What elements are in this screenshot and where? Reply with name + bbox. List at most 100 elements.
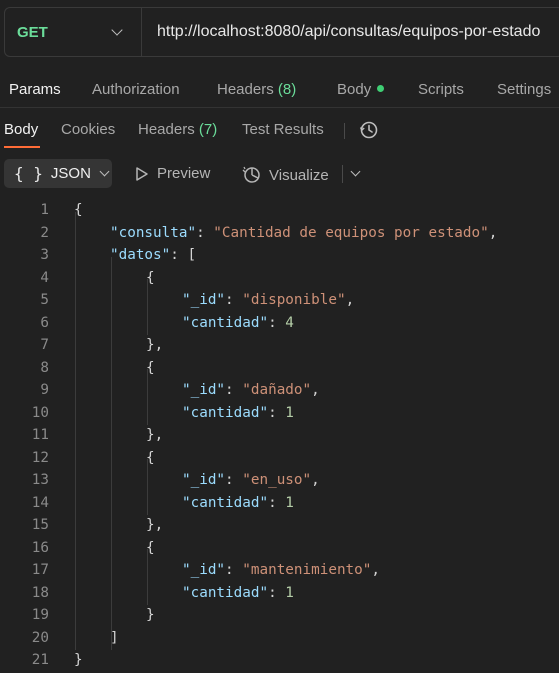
response-headers-count: (7) bbox=[198, 121, 218, 138]
method-select[interactable]: GET bbox=[5, 8, 142, 56]
format-label: JSON bbox=[50, 165, 91, 182]
json-key: "consulta" bbox=[110, 224, 197, 241]
response-tab-cookies[interactable]: Cookies bbox=[61, 121, 115, 138]
url-input[interactable]: http://localhost:8080/api/consultas/equi… bbox=[142, 23, 540, 41]
code-line: 17 "_id": "mantenimiento", bbox=[0, 559, 559, 582]
request-url-bar: GET http://localhost:8080/api/consultas/… bbox=[4, 7, 559, 57]
line-content: "_id": "dañado", bbox=[182, 379, 320, 402]
line-content: "_id": "disponible", bbox=[182, 289, 354, 312]
line-content: }, bbox=[146, 334, 163, 357]
visualize-icon bbox=[242, 166, 260, 183]
response-body-editor[interactable]: 1{2 "consulta": "Cantidad de equipos por … bbox=[0, 199, 559, 672]
code-line: 13 "_id": "en_uso", bbox=[0, 469, 559, 492]
line-content: "cantidad": 1 bbox=[182, 402, 294, 425]
history-icon[interactable] bbox=[359, 120, 379, 140]
visualize-button[interactable]: Visualize bbox=[241, 165, 329, 185]
tab-headers[interactable]: Headers (8) bbox=[217, 81, 296, 98]
line-content: { bbox=[146, 447, 155, 470]
json-punctuation: }, bbox=[146, 337, 164, 353]
line-number: 19 bbox=[31, 607, 49, 623]
response-tab-headers-label: Headers bbox=[138, 121, 195, 138]
tab-settings[interactable]: Settings bbox=[497, 81, 551, 98]
line-content: { bbox=[146, 537, 155, 560]
json-punctuation: : bbox=[225, 562, 243, 578]
divider bbox=[342, 165, 343, 183]
headers-count: (8) bbox=[277, 81, 297, 98]
line-number: 9 bbox=[40, 382, 49, 398]
code-line: 19} bbox=[0, 604, 559, 627]
json-key: "cantidad" bbox=[182, 584, 269, 601]
line-number: 11 bbox=[31, 427, 49, 443]
json-punctuation: : bbox=[225, 382, 243, 398]
json-punctuation: { bbox=[74, 202, 83, 218]
code-line: 4{ bbox=[0, 267, 559, 290]
line-content: ] bbox=[110, 627, 119, 650]
play-icon bbox=[136, 166, 148, 181]
json-punctuation: } bbox=[74, 652, 83, 668]
json-punctuation: { bbox=[146, 269, 155, 286]
code-line: 8{ bbox=[0, 357, 559, 380]
chevron-down-icon bbox=[111, 24, 123, 36]
code-line: 9 "_id": "dañado", bbox=[0, 379, 559, 402]
code-line: 1{ bbox=[0, 199, 559, 222]
line-number: 20 bbox=[31, 629, 49, 646]
line-number: 4 bbox=[40, 269, 49, 286]
response-tab-headers[interactable]: Headers (7) bbox=[138, 121, 217, 138]
tab-params[interactable]: Params bbox=[9, 81, 61, 98]
json-punctuation: : bbox=[268, 494, 286, 511]
line-number: 6 bbox=[40, 314, 49, 331]
code-line: 10 "cantidad": 1 bbox=[0, 402, 559, 425]
tab-authorization[interactable]: Authorization bbox=[92, 81, 180, 98]
json-punctuation: ] bbox=[110, 629, 119, 646]
tab-scripts[interactable]: Scripts bbox=[418, 81, 464, 98]
line-content: } bbox=[74, 649, 83, 672]
line-content: "cantidad": 1 bbox=[182, 582, 294, 605]
line-number: 3 bbox=[40, 247, 49, 263]
format-select[interactable]: { } JSON bbox=[4, 159, 112, 188]
json-punctuation: }, bbox=[146, 427, 164, 443]
preview-button[interactable]: Preview bbox=[135, 165, 210, 182]
line-number: 21 bbox=[31, 652, 49, 668]
body-indicator-dot bbox=[377, 85, 385, 93]
braces-icon: { } bbox=[14, 164, 43, 183]
tab-body[interactable]: Body bbox=[337, 81, 385, 98]
json-key: "datos" bbox=[110, 247, 171, 263]
line-content: { bbox=[146, 267, 155, 290]
code-line: 14 "cantidad": 1 bbox=[0, 492, 559, 515]
json-number: 1 bbox=[285, 404, 294, 421]
code-line: 6 "cantidad": 4 bbox=[0, 312, 559, 335]
line-content: "datos": [ bbox=[110, 244, 196, 267]
line-number: 8 bbox=[40, 359, 49, 376]
response-tab-body[interactable]: Body bbox=[4, 121, 38, 138]
response-tab-test-results[interactable]: Test Results bbox=[242, 121, 324, 138]
preview-label: Preview bbox=[157, 165, 211, 182]
json-key: "_id" bbox=[182, 382, 226, 398]
chevron-down-icon[interactable] bbox=[350, 166, 361, 177]
code-line: 21} bbox=[0, 649, 559, 672]
code-line: 15}, bbox=[0, 514, 559, 537]
json-string: "Cantidad de equipos por estado" bbox=[213, 224, 489, 241]
json-punctuation: : bbox=[170, 247, 188, 263]
line-content: { bbox=[74, 199, 83, 222]
line-content: "cantidad": 4 bbox=[182, 312, 294, 335]
json-punctuation: , bbox=[371, 562, 380, 578]
json-string: "disponible" bbox=[242, 292, 346, 308]
json-punctuation: : bbox=[225, 292, 243, 308]
line-content: "_id": "mantenimiento", bbox=[182, 559, 380, 582]
json-punctuation: , bbox=[345, 292, 355, 308]
line-content: }, bbox=[146, 424, 163, 447]
line-number: 15 bbox=[31, 517, 49, 533]
json-string: "en_uso" bbox=[242, 472, 312, 488]
json-punctuation: , bbox=[488, 224, 498, 241]
json-number: 4 bbox=[285, 314, 294, 331]
line-content: "cantidad": 1 bbox=[182, 492, 294, 515]
line-number: 5 bbox=[40, 292, 49, 308]
json-string: "dañado" bbox=[242, 382, 312, 398]
json-punctuation: } bbox=[146, 607, 155, 623]
line-number: 17 bbox=[31, 562, 49, 578]
code-line: 7}, bbox=[0, 334, 559, 357]
line-number: 1 bbox=[40, 202, 49, 218]
line-number: 12 bbox=[31, 449, 49, 466]
line-content: }, bbox=[146, 514, 163, 537]
line-content: "consulta": "Cantidad de equipos por est… bbox=[110, 222, 497, 245]
